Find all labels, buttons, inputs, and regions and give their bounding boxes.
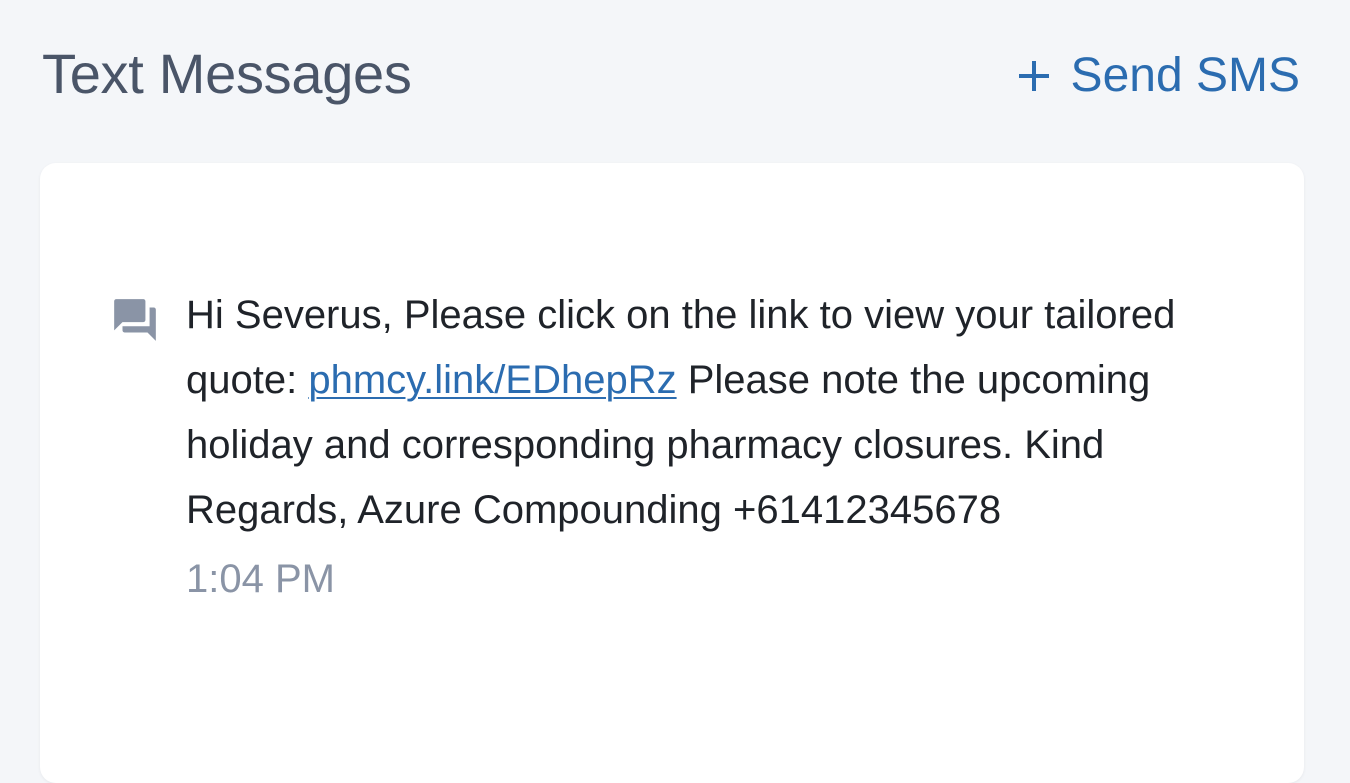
message-text: Hi Severus, Please click on the link to …: [186, 283, 1228, 543]
plus-icon: [1018, 61, 1049, 91]
message-timestamp: 1:04 PM: [186, 557, 335, 601]
send-sms-label: Send SMS: [1070, 49, 1300, 102]
message-item: Hi Severus, Please click on the link to …: [108, 283, 1228, 607]
page-title: Text Messages: [42, 42, 412, 105]
message-body: Hi Severus, Please click on the link to …: [186, 283, 1228, 607]
messages-card: Hi Severus, Please click on the link to …: [40, 163, 1304, 783]
send-sms-button[interactable]: Send SMS: [1018, 48, 1300, 104]
quote-link[interactable]: phmcy.link/EDhepRz: [308, 358, 676, 402]
forum-icon: [114, 299, 156, 341]
section-header: Text Messages Send SMS: [0, 0, 1350, 150]
